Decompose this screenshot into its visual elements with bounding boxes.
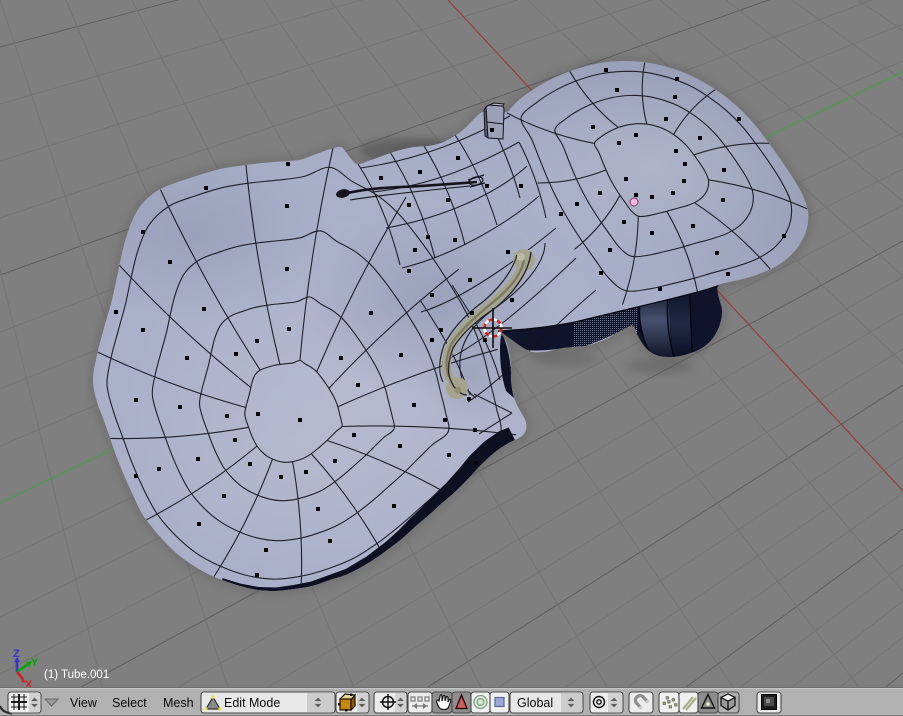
svg-text:Edit Mode: Edit Mode xyxy=(224,696,280,710)
svg-text:(1) Tube.001: (1) Tube.001 xyxy=(44,669,109,681)
svg-text:Y: Y xyxy=(31,657,39,669)
svg-text:Z: Z xyxy=(13,648,20,660)
svg-text:View: View xyxy=(70,696,98,710)
svg-text:Global: Global xyxy=(517,696,553,710)
svg-text:Mesh: Mesh xyxy=(163,696,194,710)
svg-text:Select: Select xyxy=(112,696,147,710)
